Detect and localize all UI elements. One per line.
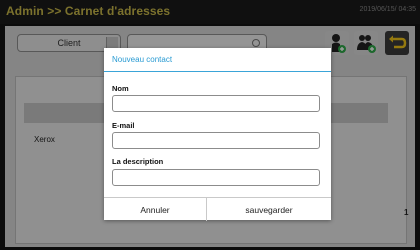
name-field[interactable] [112,95,320,112]
app-window: Admin >> Carnet d'adresses 2019/06/15/ 0… [0,0,420,250]
save-button[interactable]: sauvegarder [207,198,331,221]
new-contact-dialog: Nouveau contact Nom E-mail La descriptio… [104,48,331,221]
email-field[interactable] [112,132,320,149]
title-divider [104,71,331,72]
cancel-button[interactable]: Annuler [104,198,206,221]
email-label: E-mail [112,121,135,130]
description-label: La description [112,157,164,166]
description-field[interactable] [112,169,320,186]
dialog-title: Nouveau contact [112,55,173,64]
dialog-footer: Annuler sauvegarder [104,197,331,221]
name-label: Nom [112,84,129,93]
